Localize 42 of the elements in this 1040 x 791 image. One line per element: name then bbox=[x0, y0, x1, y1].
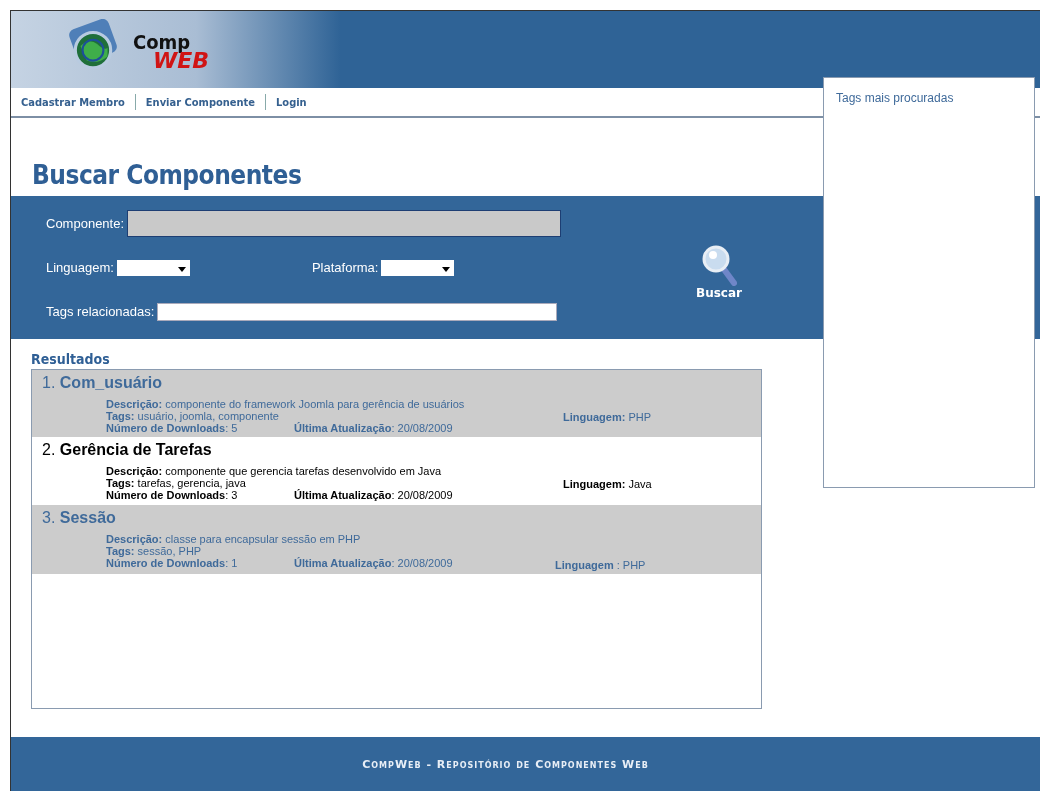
result-item[interactable]: 1. Com_usuário Descrição: componente do framework Joomla para gerência de usuários Tags: usuário, joomla, componente Número de Downloads: 5 Última Atualização: 20/08/2009 Linguagem: PHP bbox=[32, 370, 761, 438]
result-title[interactable]: 1. Com_usuário bbox=[42, 374, 751, 392]
field-label: Linguagem: bbox=[46, 260, 114, 275]
logo-text: Comp bbox=[133, 33, 191, 52]
result-description: Descrição: classe para encapsular sessão em PHP bbox=[106, 532, 362, 545]
tags-panel-title: Tags mais procuradas bbox=[836, 91, 954, 105]
logo-text: WEB bbox=[153, 51, 210, 71]
language-dropdown[interactable] bbox=[116, 259, 190, 276]
result-item[interactable]: 2. Gerência de Tarefas Descrição: componente que gerencia tarefas desenvolvido em Java Tags: tarefas, gerencia, java Número de Downloads: 3 Última Atualização: 20/08/2009 Linguagem: Java bbox=[32, 437, 761, 505]
result-language: Linguagem : PHP bbox=[555, 557, 646, 571]
result-downloads: Número de Downloads: 3 bbox=[106, 489, 239, 502]
result-tags: Tags: sessão, PHP bbox=[106, 544, 551, 557]
search-button[interactable]: Buscar bbox=[696, 243, 742, 300]
result-language: Linguagem: PHP bbox=[563, 410, 652, 425]
result-description: Descrição: componente que gerencia tarefas desenvolvido em Java bbox=[106, 465, 443, 478]
search-icon bbox=[701, 243, 737, 286]
field-label: Tags relacionadas: bbox=[46, 304, 155, 319]
nav-link[interactable]: Login bbox=[276, 95, 307, 109]
results-heading: Resultados bbox=[31, 351, 111, 367]
result-updated: Última Atualização: 20/08/2009 bbox=[294, 422, 453, 435]
page-title: Buscar Componentes bbox=[32, 160, 303, 190]
result-updated: Última Atualização: 20/08/2009 bbox=[294, 556, 453, 569]
result-title[interactable]: 3. Sessão bbox=[42, 508, 751, 527]
field-label: Plataforma: bbox=[311, 260, 379, 275]
nav-link[interactable]: Enviar Componente bbox=[145, 95, 256, 109]
result-description: Descrição: componente do framework Joomla para gerência de usuários bbox=[106, 398, 466, 411]
result-title[interactable]: 2. Gerência de Tarefas bbox=[42, 441, 751, 460]
field-label: Componente: bbox=[46, 216, 125, 231]
tags-input[interactable] bbox=[157, 302, 558, 321]
caret-icon bbox=[177, 266, 186, 272]
footer-text: CompWeb - Repositório de Componentes Web bbox=[362, 757, 649, 771]
result-item[interactable]: 3. Sessão Descrição: classe para encapsular sessão em PHP Tags: sessão, PHP Número de Downloads: 1 Última Atualização: 20/08/2009 Linguagem : PHP bbox=[32, 504, 761, 574]
nav-link[interactable]: Cadastrar Membro bbox=[21, 95, 125, 109]
platform-dropdown[interactable] bbox=[381, 259, 455, 276]
result-updated: Última Atualização: 20/08/2009 bbox=[294, 489, 453, 502]
result-downloads: Número de Downloads: 5 bbox=[106, 422, 239, 435]
result-downloads: Número de Downloads: 1 bbox=[106, 556, 239, 569]
result-tags: Tags: usuário, joomla, componente bbox=[106, 410, 551, 423]
result-language: Linguagem: Java bbox=[563, 477, 652, 493]
component-input[interactable] bbox=[127, 210, 562, 237]
caret-icon bbox=[442, 266, 451, 272]
result-tags: Tags: tarefas, gerencia, java bbox=[106, 477, 551, 490]
